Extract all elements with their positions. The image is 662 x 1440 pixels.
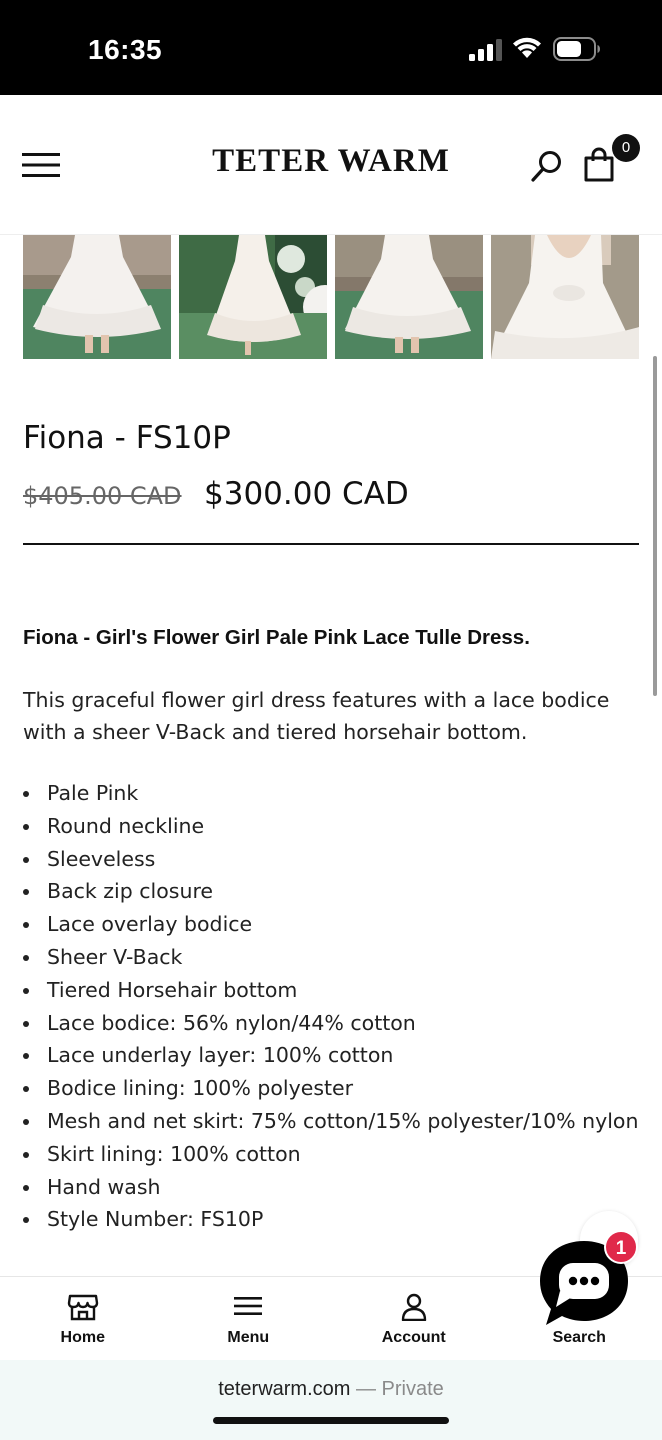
dress-photo-image (179, 235, 327, 359)
home-indicator[interactable] (213, 1417, 449, 1424)
battery-icon (553, 37, 600, 61)
menu-icon (234, 1297, 263, 1315)
browser-address-bar[interactable]: teterwarm.com — Private (0, 1360, 662, 1440)
gallery-thumbnail[interactable] (179, 235, 327, 359)
product-image-gallery (23, 235, 639, 359)
list-item: Lace bodice: 56% nylon/44% cotton (23, 1007, 653, 1040)
gallery-thumbnail[interactable] (491, 235, 639, 359)
nav-label: Home (60, 1329, 105, 1346)
search-icon[interactable] (530, 149, 564, 183)
nav-item-account[interactable]: Account (331, 1277, 497, 1361)
wifi-icon (513, 37, 541, 58)
dress-photo-image (23, 235, 171, 359)
list-item: Pale Pink (23, 777, 653, 810)
list-item: Lace overlay bodice (23, 908, 653, 941)
list-item: Lace underlay layer: 100% cotton (23, 1039, 653, 1072)
cellular-signal-icon (469, 39, 502, 61)
list-item: Round neckline (23, 810, 653, 843)
divider (23, 543, 639, 545)
description-body: This graceful flower girl dress features… (23, 688, 610, 744)
sale-price: $300.00 CAD (204, 476, 409, 512)
chat-notification-badge[interactable]: 1 (604, 1230, 638, 1264)
store-icon (67, 1294, 98, 1321)
browser-url[interactable]: teterwarm.com — Private (0, 1378, 662, 1401)
feature-list: Pale Pink Round neckline Sleeveless Back… (23, 777, 653, 1236)
list-item: Skirt lining: 100% cotton (23, 1138, 653, 1171)
list-item: Hand wash (23, 1171, 653, 1204)
list-item: Tiered Horsehair bottom (23, 974, 653, 1007)
list-item: Mesh and net skirt: 75% cotton/15% polye… (23, 1105, 653, 1138)
nav-label: Search (552, 1329, 606, 1346)
cart-count-badge[interactable]: 0 (612, 134, 640, 162)
description-heading: Fiona - Girl's Flower Girl Pale Pink Lac… (23, 626, 530, 649)
browser-domain: teterwarm.com (218, 1378, 351, 1400)
status-time: 16:35 (88, 34, 163, 65)
original-price: $405.00 CAD (23, 482, 182, 510)
list-item: Sheer V-Back (23, 941, 653, 974)
dress-photo-image (491, 235, 639, 359)
hamburger-menu-icon[interactable] (22, 151, 62, 179)
gallery-thumbnail[interactable] (335, 235, 483, 359)
dress-photo-image (335, 235, 483, 359)
list-item: Back zip closure (23, 875, 653, 908)
page-scrollbar[interactable] (653, 356, 657, 696)
nav-item-menu[interactable]: Menu (166, 1277, 332, 1361)
nav-label: Menu (227, 1329, 270, 1346)
list-item: Style Number: FS10P (23, 1203, 653, 1236)
browser-private-label: — Private (350, 1378, 444, 1400)
nav-label: Account (381, 1329, 446, 1346)
status-bar: 16:35 (0, 0, 662, 95)
product-title: Fiona - FS10P (23, 420, 231, 456)
nav-item-home[interactable]: Home (0, 1277, 166, 1361)
list-item: Sleeveless (23, 843, 653, 876)
shopping-bag-icon[interactable] (583, 147, 615, 183)
list-item: Bodice lining: 100% polyester (23, 1072, 653, 1105)
user-icon (401, 1293, 426, 1321)
site-header: TETER WARM (0, 95, 662, 235)
gallery-thumbnail[interactable] (23, 235, 171, 359)
